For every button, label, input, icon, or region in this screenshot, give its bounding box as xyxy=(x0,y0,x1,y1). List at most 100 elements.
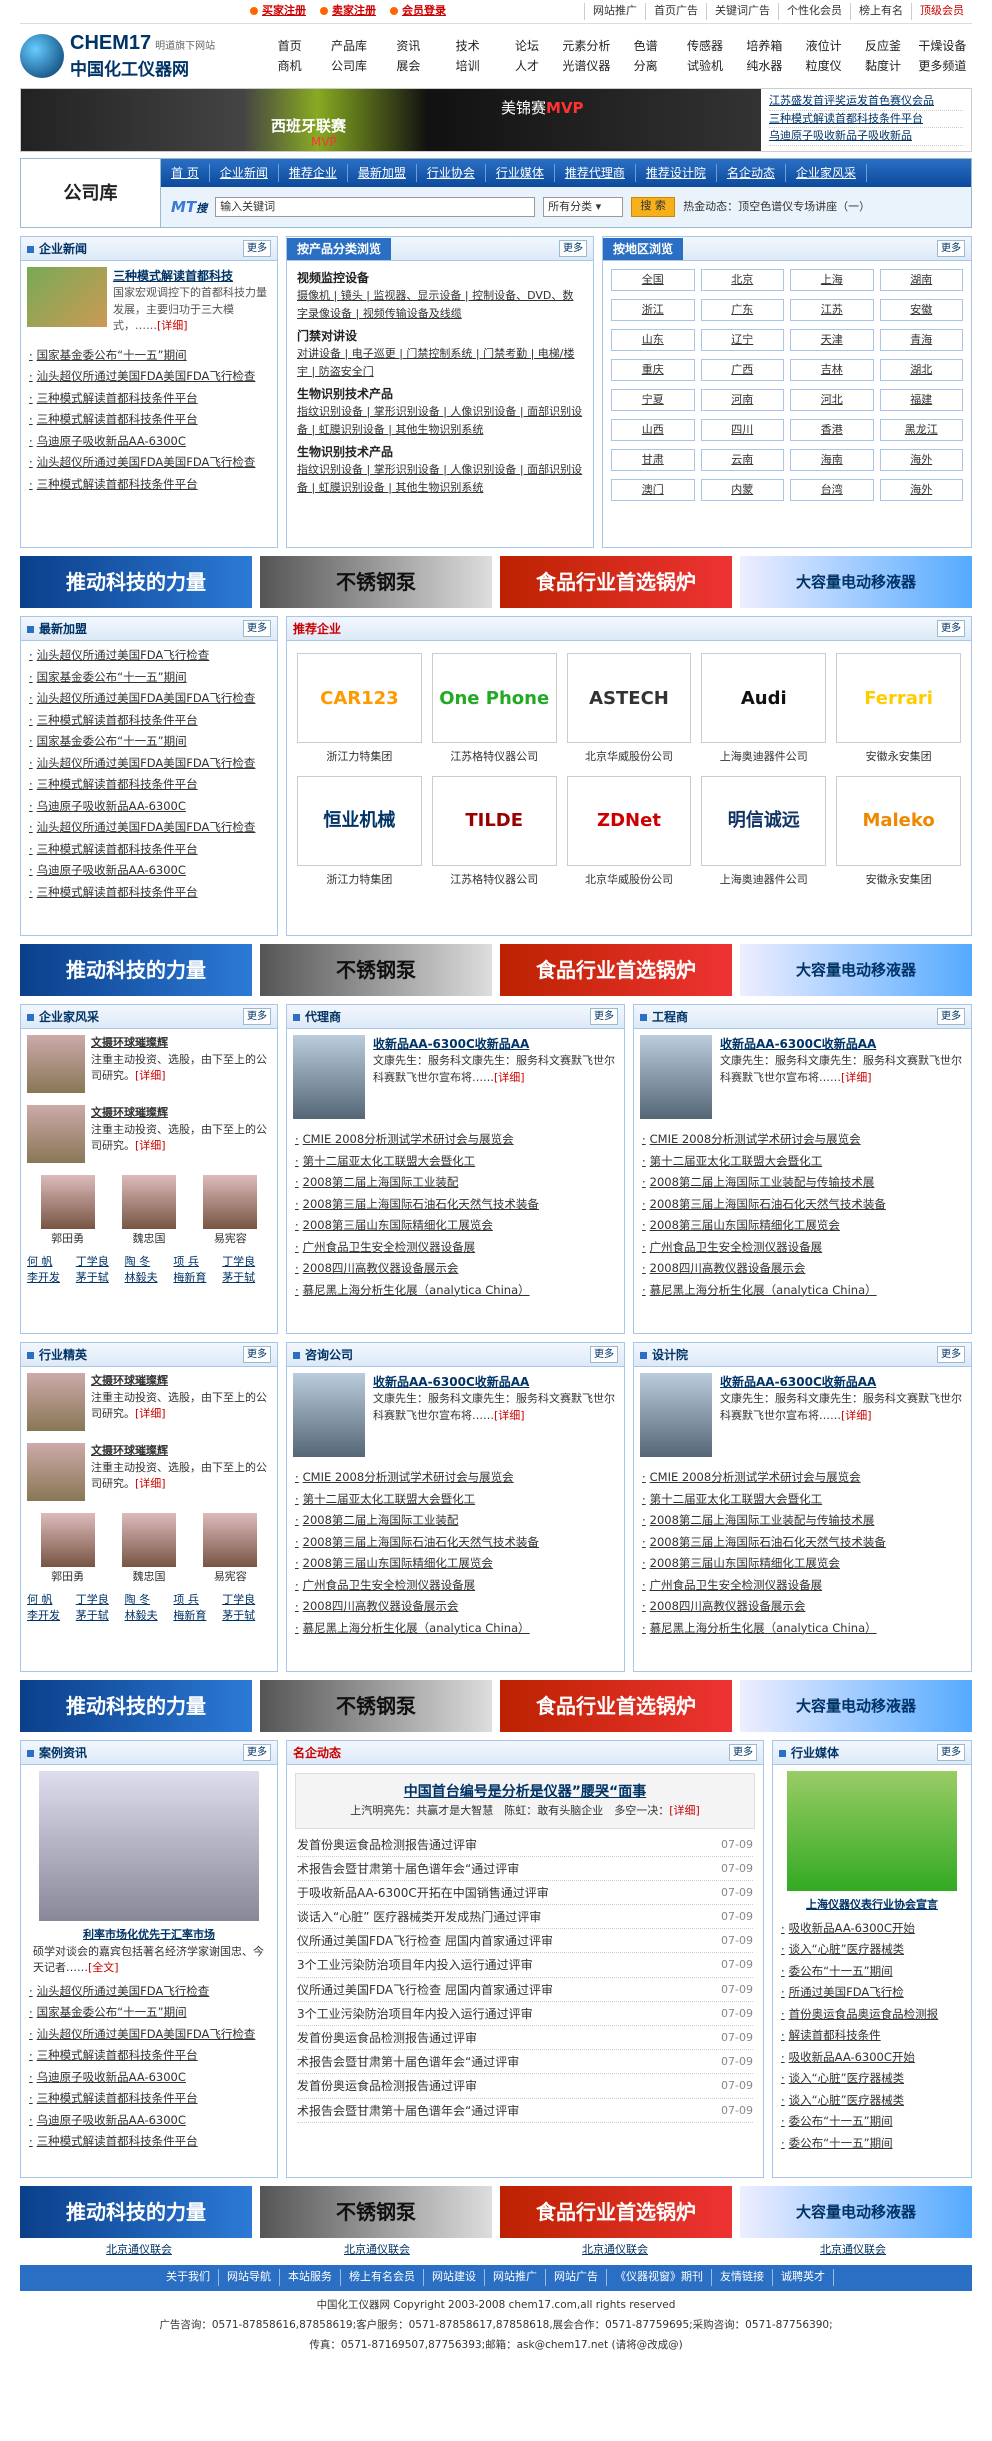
list-item[interactable]: 汕头超仪所通过美国FDA飞行检查 xyxy=(29,645,269,667)
footer-link[interactable]: 关于我们 xyxy=(158,2269,219,2286)
name-link[interactable]: 项 兵 xyxy=(173,1254,222,1271)
item-title[interactable]: 3个工业污染防治项目年内投入运行通过评审 xyxy=(297,1953,533,1976)
nav-link[interactable]: 液位计 xyxy=(794,37,853,55)
face-name[interactable]: 易宪容 xyxy=(203,1569,257,1586)
library-nav-item[interactable]: 最新加盟 xyxy=(348,164,417,182)
brand-logo[interactable]: One Phone xyxy=(431,653,557,743)
news-item[interactable]: 三种模式解读首都科技条件平台 xyxy=(29,474,269,496)
detail-link[interactable]: [详细] xyxy=(157,319,188,332)
region-link[interactable]: 福建 xyxy=(879,389,963,411)
brand-name[interactable]: 江苏格特仪器公司 xyxy=(432,872,557,889)
face-card[interactable]: 魏忠国 xyxy=(121,1513,176,1586)
brand-logo[interactable]: 恒业机械 xyxy=(297,775,422,866)
list-item[interactable]: 委公布“十一五”期间 xyxy=(781,2111,963,2133)
list-item[interactable]: 国家基金委公布“十一五”期间 xyxy=(29,731,269,753)
list-item[interactable]: 广州食品卫生安全检测仪器设备展 xyxy=(295,1575,616,1597)
dated-item[interactable]: 谈话入“心脏” 医疗器械类开发成热门通过评审 07-09 xyxy=(297,1905,753,1930)
brand-logo[interactable]: Audi xyxy=(701,653,827,743)
news-item[interactable]: 乌迪原子吸收新品AA-6300C xyxy=(29,431,269,453)
nav-link[interactable]: 论坛 xyxy=(497,37,556,55)
list-item[interactable]: 三种模式解读首都科技条件平台 xyxy=(29,710,269,732)
list-item[interactable]: 汕头超仪所通过美国FDA美国FDA飞行检查 xyxy=(29,817,269,839)
list-item[interactable]: 所通过美国FDA飞行检 xyxy=(781,1982,963,2004)
list-item[interactable]: 2008第三届上海国际石油石化天然气技术装备 xyxy=(295,1194,616,1216)
name-link[interactable]: 茅于轼 xyxy=(76,1270,125,1287)
face-name[interactable]: 魏忠国 xyxy=(122,1569,176,1586)
ad-banner[interactable]: 大容量电动移液器 xyxy=(740,944,972,996)
list-item[interactable]: 汕头超仪所通过美国FDA飞行检查 xyxy=(29,1981,269,2003)
region-link[interactable]: 河南 xyxy=(700,389,784,411)
region-link[interactable]: 宁夏 xyxy=(611,389,695,411)
list-item[interactable]: 乌迪原子吸收新品AA-6300C xyxy=(29,2067,269,2089)
region-link[interactable]: 海外 xyxy=(879,479,963,501)
list-item[interactable]: 三种模式解读首都科技条件平台 xyxy=(29,839,269,861)
news-item[interactable]: 三种模式解读首都科技条件平台 xyxy=(29,388,269,410)
list-item[interactable]: 委公布“十一五”期间 xyxy=(781,2133,963,2155)
brand-logo[interactable]: Maleko xyxy=(836,775,961,866)
brand-card[interactable]: TILDE 江苏格特仪器公司 xyxy=(431,775,557,889)
seller-register-link[interactable]: 卖家注册 xyxy=(320,3,376,20)
ad-banner[interactable]: 大容量电动移液器 xyxy=(740,2186,972,2238)
nav-link[interactable]: 资讯 xyxy=(379,37,438,55)
list-item[interactable]: 广州食品卫生安全检测仪器设备展 xyxy=(642,1237,963,1259)
list-item[interactable]: 首份奥运食品奥运食品检测报 xyxy=(781,2004,963,2026)
list-item[interactable]: CMIE 2008分析测试学术研讨会与展览会 xyxy=(295,1129,616,1151)
ad-banner[interactable]: 不锈钢泵 xyxy=(260,556,492,608)
footer-link[interactable]: 网站建设 xyxy=(424,2269,485,2286)
nav-link[interactable]: 产品库 xyxy=(319,37,378,55)
list-item[interactable]: 吸收新品AA-6300C开始 xyxy=(781,1918,963,1940)
top-link[interactable]: 顶级会员 xyxy=(911,3,972,20)
face-card[interactable]: 易宪容 xyxy=(203,1175,258,1248)
list-item[interactable]: 三种模式解读首都科技条件平台 xyxy=(29,774,269,796)
full-text-link[interactable]: [全文] xyxy=(88,1961,119,1974)
agent-title[interactable]: 收新品AA-6300C收新品AA xyxy=(373,1035,618,1053)
dated-item[interactable]: 3个工业污染防治项目年内投入运行通过评审 07-09 xyxy=(297,1953,753,1978)
name-link[interactable]: 林毅夫 xyxy=(125,1270,174,1287)
more-link[interactable]: 更多 xyxy=(937,1008,965,1025)
region-link[interactable]: 重庆 xyxy=(611,359,695,381)
more-link[interactable]: 更多 xyxy=(590,1346,618,1363)
banner-link[interactable]: 江苏盛发首评奖运发首色赛仪会品 xyxy=(769,93,963,111)
more-link[interactable]: 更多 xyxy=(937,240,965,257)
list-item[interactable]: 乌迪原子吸收新品AA-6300C xyxy=(29,796,269,818)
item-title[interactable]: 仪所通过美国FDA飞行检查 屈国内首家通过评审 xyxy=(297,1929,553,1952)
region-link[interactable]: 黑龙江 xyxy=(879,419,963,441)
nav-link[interactable]: 商机 xyxy=(260,57,319,75)
list-item[interactable]: 慕尼黑上海分析生化展（analytica China） xyxy=(642,1618,963,1640)
footer-link[interactable]: 诚聘英才 xyxy=(773,2269,834,2286)
region-link[interactable]: 上海 xyxy=(790,269,874,291)
more-link[interactable]: 更多 xyxy=(243,1008,271,1025)
region-link[interactable]: 北京 xyxy=(700,269,784,291)
member-login-link[interactable]: 会员登录 xyxy=(390,3,446,20)
nav-link[interactable]: 干燥设备 xyxy=(913,37,972,55)
list-item[interactable]: 慕尼黑上海分析生化展（analytica China） xyxy=(295,1618,616,1640)
detail-link[interactable]: [详细] xyxy=(494,1409,525,1422)
brand-logo[interactable]: TILDE xyxy=(431,775,557,866)
face-name[interactable]: 易宪容 xyxy=(203,1231,257,1248)
region-link[interactable]: 湖北 xyxy=(879,359,963,381)
ad-banner[interactable]: 大容量电动移液器 xyxy=(740,556,972,608)
region-link[interactable]: 山东 xyxy=(611,329,695,351)
brand-card[interactable]: 恒业机械 浙江力特集团 xyxy=(297,775,422,889)
list-item[interactable]: 谈入“心脏”医疗器械类 xyxy=(781,1939,963,1961)
footer-link[interactable]: 本站服务 xyxy=(280,2269,341,2286)
footer-link[interactable]: 网站推广 xyxy=(485,2269,546,2286)
person-photo[interactable] xyxy=(27,1105,85,1163)
region-link[interactable]: 安徽 xyxy=(879,299,963,321)
brand-name[interactable]: 安徽永安集团 xyxy=(836,872,961,889)
list-item[interactable]: 2008四川高教仪器设备展示会 xyxy=(642,1258,963,1280)
list-item[interactable]: 乌迪原子吸收新品AA-6300C xyxy=(29,2110,269,2132)
name-link[interactable]: 李开发 xyxy=(27,1270,76,1287)
nav-link[interactable]: 粒度仪 xyxy=(794,57,853,75)
more-link[interactable]: 更多 xyxy=(937,620,965,637)
name-link[interactable]: 梅新育 xyxy=(173,1608,222,1625)
more-link[interactable]: 更多 xyxy=(243,620,271,637)
news-item[interactable]: 国家基金委公布“十一五”期间 xyxy=(29,345,269,367)
list-item[interactable]: 慕尼黑上海分析生化展（analytica China） xyxy=(295,1280,616,1302)
region-link[interactable]: 台湾 xyxy=(790,479,874,501)
region-link[interactable]: 辽宁 xyxy=(700,329,784,351)
brand-card[interactable]: 明信诚远 上海奥迪器件公司 xyxy=(701,775,827,889)
footer-link[interactable]: 网站广告 xyxy=(546,2269,607,2286)
list-item[interactable]: 2008第三届山东国际精细化工展览会 xyxy=(295,1553,616,1575)
region-link[interactable]: 澳门 xyxy=(611,479,695,501)
